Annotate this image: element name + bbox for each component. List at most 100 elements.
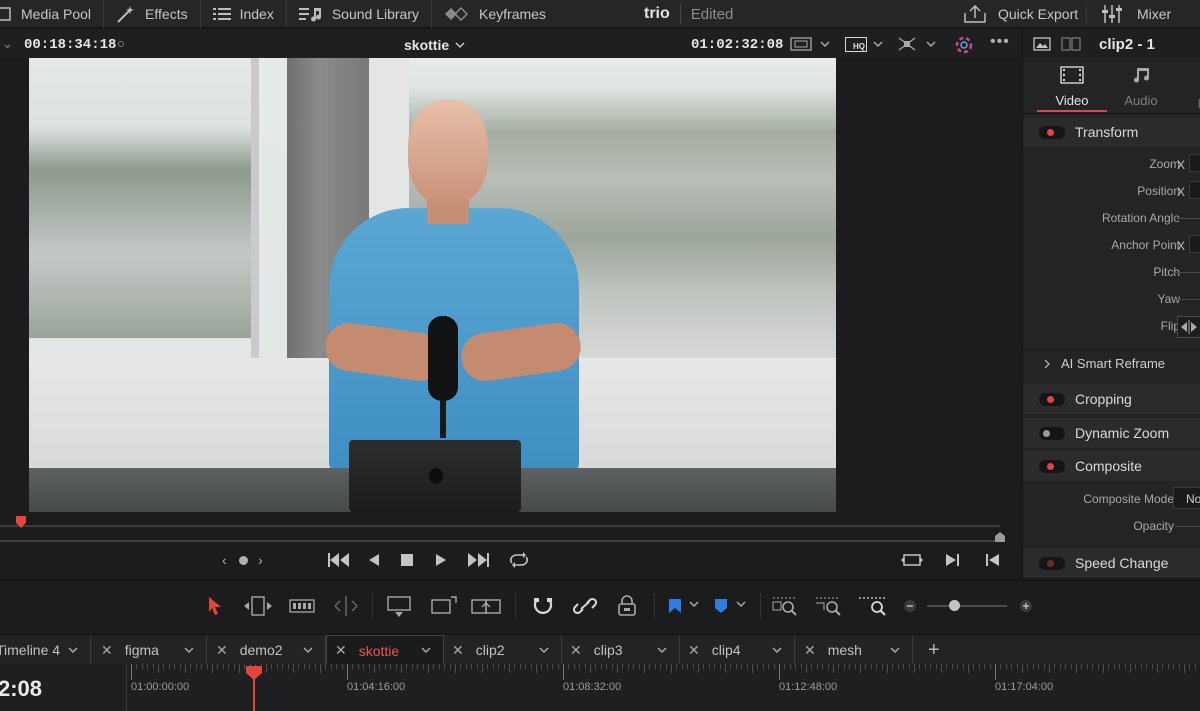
replace-clip-icon[interactable]: [470, 595, 502, 617]
flip-horizontal-button[interactable]: [1177, 316, 1200, 338]
scrubber-end-marker[interactable]: [995, 532, 1005, 542]
close-icon[interactable]: ✕: [101, 642, 113, 659]
chevron-down-icon[interactable]: [820, 36, 830, 52]
close-icon[interactable]: ✕: [570, 642, 582, 659]
zoom-x-field[interactable]: [1189, 154, 1200, 172]
cropping-section-header[interactable]: Cropping: [1023, 384, 1200, 414]
more-options-icon[interactable]: •••: [990, 33, 1010, 51]
match-frame-icon[interactable]: [901, 552, 923, 568]
anchor-x-field[interactable]: [1189, 235, 1200, 253]
cropping-toggle[interactable]: [1039, 392, 1065, 406]
zoom-custom-icon[interactable]: [857, 595, 889, 617]
media-pool-button[interactable]: Media Pool: [0, 0, 105, 28]
insert-clip-icon[interactable]: [384, 595, 414, 617]
composite-section-header[interactable]: Composite: [1023, 451, 1200, 481]
tab-figma[interactable]: ✕ figma: [92, 635, 207, 665]
dynamic-zoom-toggle[interactable]: [1039, 426, 1065, 440]
video-viewer[interactable]: [29, 58, 836, 512]
viewer-clip-selector[interactable]: skottie: [404, 37, 465, 53]
zoom-full-icon[interactable]: [771, 595, 803, 617]
mixer-button[interactable]: Mixer: [1102, 0, 1171, 28]
chevron-down-icon[interactable]: [689, 601, 699, 609]
yaw-slider[interactable]: [1173, 299, 1200, 300]
next-frame-chevron-icon[interactable]: ›: [258, 552, 263, 568]
chevron-down-icon[interactable]: [184, 646, 194, 654]
prev-edit-icon[interactable]: [985, 553, 1001, 567]
add-timeline-tab-button[interactable]: +: [928, 639, 940, 662]
viewer-menu-chevron-icon[interactable]: ⌄: [2, 36, 13, 52]
chevron-down-icon[interactable]: [772, 646, 782, 654]
speed-change-section-header[interactable]: Speed Change: [1023, 548, 1200, 578]
quick-export-button[interactable]: Quick Export: [964, 0, 1078, 28]
keyframes-button[interactable]: Keyframes: [432, 0, 558, 28]
timeline-zoom-slider[interactable]: [927, 605, 1007, 607]
split-view-icon[interactable]: [1061, 37, 1081, 51]
snapping-icon[interactable]: [532, 595, 554, 617]
viewer-size-icon[interactable]: [790, 36, 812, 52]
tab-clip2[interactable]: ✕ clip2: [444, 635, 562, 665]
tab-skottie[interactable]: ✕ skottie: [326, 635, 444, 665]
scrubber-track[interactable]: [0, 525, 1000, 527]
image-icon[interactable]: [1033, 37, 1051, 51]
trim-tool-icon[interactable]: [243, 595, 273, 617]
index-button[interactable]: Index: [201, 0, 287, 28]
overwrite-clip-icon[interactable]: [430, 595, 458, 617]
color-wheel-icon[interactable]: [955, 36, 973, 54]
chevron-down-icon[interactable]: [68, 646, 78, 654]
next-clip-icon[interactable]: [466, 552, 490, 568]
tab-mesh[interactable]: ✕ mesh: [795, 635, 913, 665]
selection-tool-icon[interactable]: [207, 596, 223, 616]
chevron-down-icon[interactable]: [657, 646, 667, 654]
sound-library-button[interactable]: Sound Library: [287, 0, 433, 28]
close-icon[interactable]: ✕: [335, 642, 347, 659]
chevron-down-icon[interactable]: [873, 36, 883, 52]
tab-clip4[interactable]: ✕ clip4: [680, 635, 795, 665]
tab-effects[interactable]: E: [1187, 66, 1200, 111]
stop-icon[interactable]: [400, 553, 414, 567]
next-edit-icon[interactable]: [945, 553, 961, 567]
dynamic-zoom-section-header[interactable]: Dynamic Zoom: [1023, 418, 1200, 448]
viewer-scrubber[interactable]: [0, 514, 1006, 544]
transform-section-header[interactable]: Transform: [1023, 117, 1200, 147]
tab-timeline-4[interactable]: Timeline 4: [0, 635, 91, 665]
tab-audio[interactable]: Audio: [1111, 66, 1171, 108]
composite-mode-dropdown[interactable]: No: [1173, 487, 1200, 509]
dynamic-trim-icon[interactable]: [289, 599, 315, 613]
zoom-out-icon[interactable]: [903, 599, 917, 613]
close-icon[interactable]: ✕: [688, 642, 700, 659]
ai-smart-reframe-header[interactable]: AI Smart Reframe: [1023, 349, 1200, 377]
transform-overlay-icon[interactable]: [897, 36, 917, 52]
zoom-detail-icon[interactable]: [814, 595, 846, 617]
transform-toggle[interactable]: [1039, 125, 1065, 139]
blade-tool-icon[interactable]: [331, 595, 361, 617]
prev-frame-chevron-icon[interactable]: ‹: [222, 552, 227, 568]
rotation-angle-slider[interactable]: [1173, 218, 1200, 219]
chevron-down-icon[interactable]: [303, 646, 313, 654]
timeline-ruler[interactable]: 01:00:00:00 01:04:16:00 01:08:32:00 01:1…: [126, 664, 1200, 711]
reverse-play-icon[interactable]: [367, 553, 381, 567]
close-icon[interactable]: ✕: [216, 642, 228, 659]
linked-selection-icon[interactable]: [573, 595, 597, 617]
chevron-down-icon[interactable]: [421, 647, 431, 654]
zoom-in-icon[interactable]: [1019, 599, 1033, 613]
position-lock-icon[interactable]: [616, 595, 638, 617]
speed-change-toggle[interactable]: [1039, 556, 1065, 570]
play-icon[interactable]: [434, 553, 448, 567]
jog-dot-icon[interactable]: [239, 556, 248, 565]
playback-quality-icon[interactable]: HQ: [845, 37, 867, 52]
tab-clip3[interactable]: ✕ clip3: [562, 635, 680, 665]
tab-demo2[interactable]: ✕ demo2: [207, 635, 326, 665]
marker-icon[interactable]: [714, 598, 728, 614]
prev-clip-icon[interactable]: [327, 552, 351, 568]
flag-icon[interactable]: [668, 598, 682, 614]
composite-toggle[interactable]: [1039, 459, 1065, 473]
chevron-down-icon[interactable]: [539, 646, 549, 654]
chevron-down-icon[interactable]: [926, 36, 936, 52]
timeline-zoom-slider-knob[interactable]: [949, 600, 960, 611]
close-icon[interactable]: ✕: [452, 642, 464, 659]
pitch-slider[interactable]: [1173, 272, 1200, 273]
opacity-slider[interactable]: [1175, 526, 1200, 527]
loop-icon[interactable]: [508, 551, 530, 569]
chevron-down-icon[interactable]: [890, 646, 900, 654]
effects-button[interactable]: Effects: [104, 0, 201, 28]
